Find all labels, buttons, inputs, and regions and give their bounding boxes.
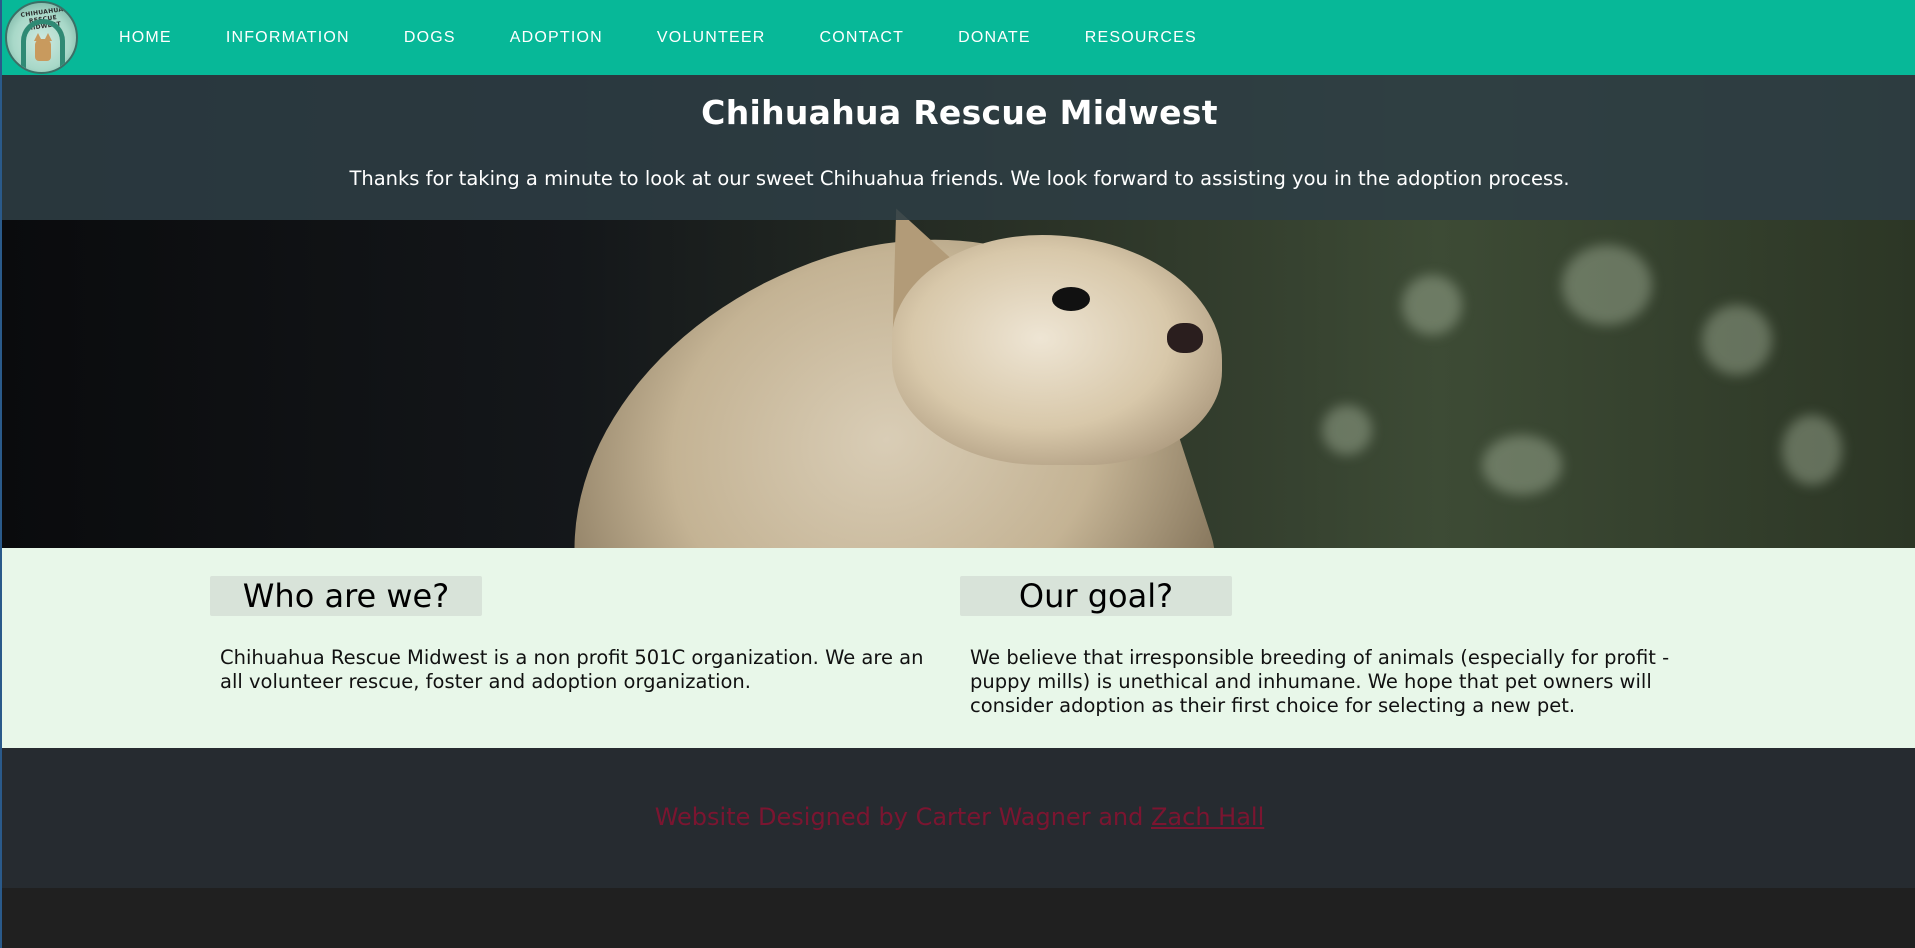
who-are-we-heading: Who are we? [210,576,482,616]
bokeh-light [1702,305,1772,375]
nav-item-home[interactable]: HOME [92,29,199,47]
hero-dog-nose [1167,323,1203,353]
bokeh-light [1562,245,1652,325]
hero-banner: Chihuahua Rescue Midwest Thanks for taki… [2,75,1915,548]
bokeh-light [1782,415,1842,485]
page-bottom-band [2,888,1915,948]
footer-credit-link[interactable]: Zach Hall [1151,803,1264,831]
nav-item-adoption[interactable]: ADOPTION [483,29,630,47]
hero-dog-eye [1052,287,1090,311]
bokeh-light [1482,435,1562,495]
nav-item-information[interactable]: INFORMATION [199,29,377,47]
main-nav: HOME INFORMATION DOGS ADOPTION VOLUNTEER… [92,0,1224,75]
who-are-we-text: Chihuahua Rescue Midwest is a non profit… [220,646,924,693]
bokeh-light [1402,275,1462,335]
rescue-logo[interactable]: CHIHUAHUA RESCUE MIDWEST [5,1,78,74]
footer-credit-prefix: Website Designed by Carter Wagner and [654,803,1151,831]
nav-item-contact[interactable]: CONTACT [793,29,932,47]
page-title: Chihuahua Rescue Midwest [701,93,1218,132]
about-section: Who are we? Chihuahua Rescue Midwest is … [2,548,1915,748]
nav-item-donate[interactable]: DONATE [931,29,1058,47]
page: CHIHUAHUA RESCUE MIDWEST HOME INFORMATIO… [0,0,1915,948]
logo-dog-icon [34,33,52,61]
our-goal-heading: Our goal? [960,576,1232,616]
nav-item-resources[interactable]: RESOURCES [1058,29,1224,47]
bokeh-light [1322,405,1372,455]
our-goal-text: We believe that irresponsible breeding o… [970,646,1670,717]
our-goal-column: Our goal? We believe that irresponsible … [960,576,1690,718]
hero-subtitle: Thanks for taking a minute to look at ou… [349,167,1570,190]
who-are-we-column: Who are we? Chihuahua Rescue Midwest is … [210,576,940,694]
footer: Website Designed by Carter Wagner and Za… [2,748,1915,888]
hero-text-overlay: Chihuahua Rescue Midwest Thanks for taki… [2,75,1915,220]
footer-credit: Website Designed by Carter Wagner and Za… [2,803,1915,831]
nav-item-dogs[interactable]: DOGS [377,29,483,47]
nav-item-volunteer[interactable]: VOLUNTEER [630,29,793,47]
top-navbar: CHIHUAHUA RESCUE MIDWEST HOME INFORMATIO… [2,0,1915,75]
